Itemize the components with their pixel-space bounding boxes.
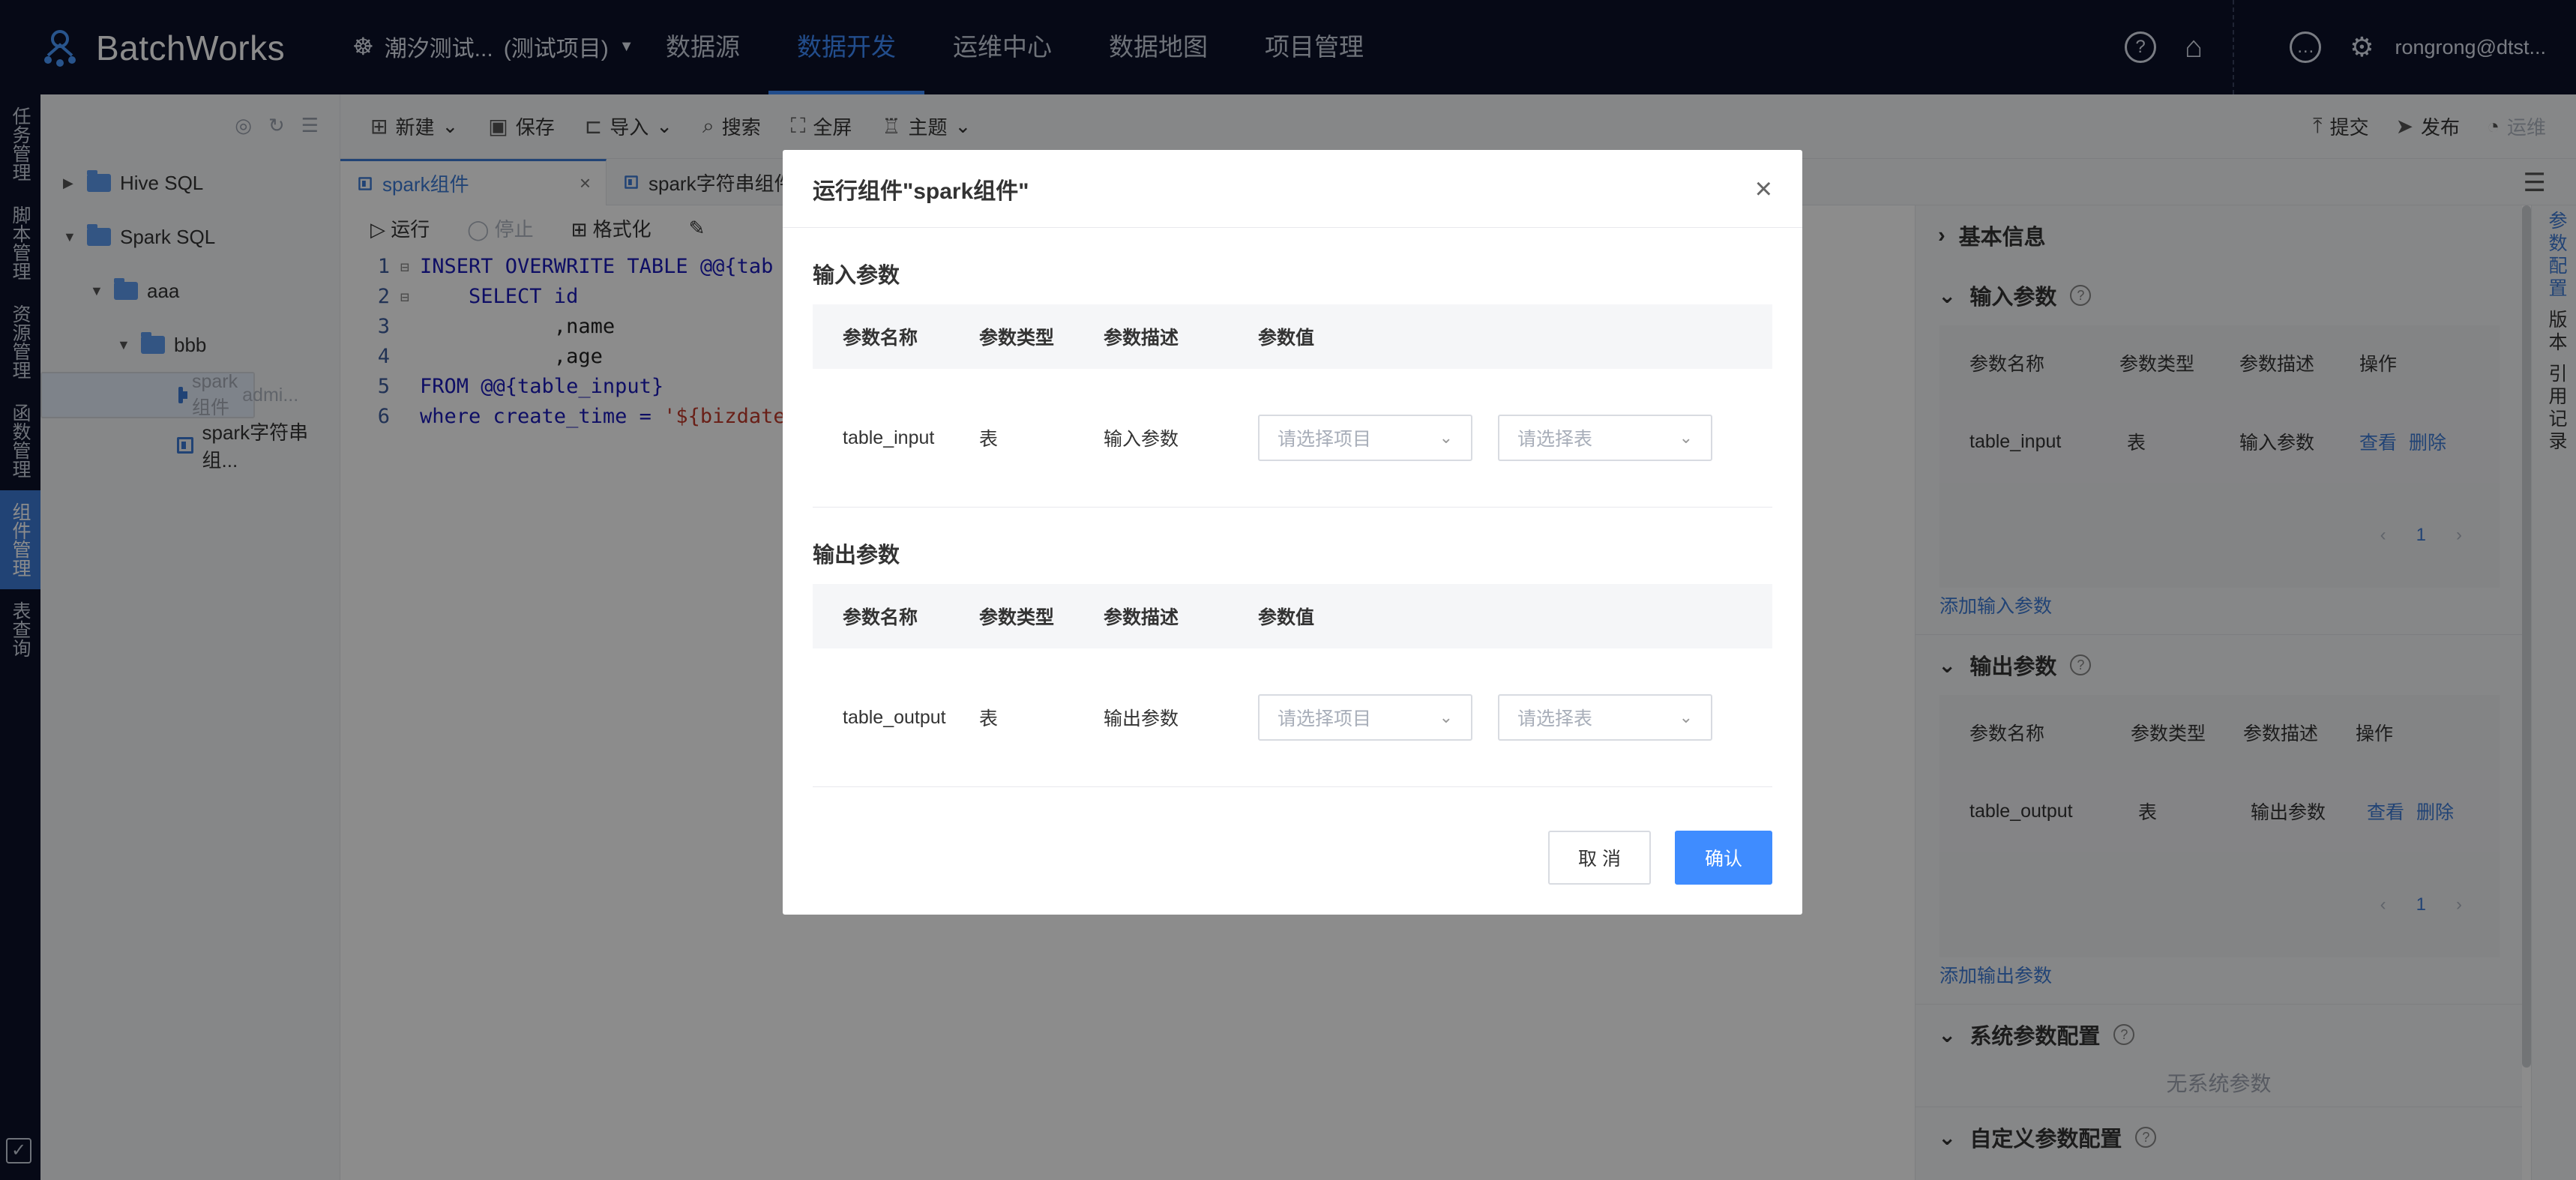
input-section-title: 输入参数 bbox=[813, 264, 900, 288]
modal-footer: 取 消 确认 bbox=[1548, 831, 1772, 885]
table-select[interactable]: 请选择表 ⌄ bbox=[1498, 415, 1712, 461]
param-value: 请选择项目 ⌄ 请选择表 ⌄ bbox=[1258, 415, 1772, 461]
select-placeholder: 请选择表 bbox=[1517, 708, 1593, 729]
select-placeholder: 请选择项目 bbox=[1278, 429, 1372, 450]
confirm-button[interactable]: 确认 bbox=[1674, 831, 1772, 885]
modal-title: 运行组件"spark组件" bbox=[783, 150, 1802, 228]
param-name: table_input bbox=[843, 427, 935, 448]
col-name: 参数名称 bbox=[843, 328, 918, 349]
col-desc: 参数描述 bbox=[1104, 328, 1179, 349]
chevron-down-icon: ⌄ bbox=[1439, 428, 1453, 447]
modal-output-table: 参数名称 参数类型 参数描述 参数值 table_output 表 输出参数 请… bbox=[813, 584, 1772, 787]
col-value: 参数值 bbox=[1258, 607, 1315, 628]
col-desc: 参数描述 bbox=[1104, 607, 1179, 628]
table-row: table_input 表 输入参数 请选择项目 ⌄ 请选择表 ⌄ bbox=[813, 369, 1772, 507]
project-select[interactable]: 请选择项目 ⌄ bbox=[1258, 415, 1472, 461]
param-type: 表 bbox=[979, 708, 999, 729]
param-type: 表 bbox=[979, 429, 999, 450]
table-select[interactable]: 请选择表 ⌄ bbox=[1498, 694, 1712, 741]
param-desc: 输入参数 bbox=[1104, 429, 1179, 450]
table-header: 参数名称 参数类型 参数描述 参数值 bbox=[813, 304, 1772, 369]
param-name: table_output bbox=[843, 706, 946, 728]
table-header: 参数名称 参数类型 参数描述 参数值 bbox=[813, 584, 1772, 648]
chevron-down-icon: ⌄ bbox=[1439, 708, 1453, 726]
run-component-modal: 运行组件"spark组件" × 输入参数 参数名称 参数类型 参数描述 参数值 … bbox=[783, 150, 1802, 915]
select-placeholder: 请选择表 bbox=[1517, 429, 1593, 450]
output-section-title: 输出参数 bbox=[813, 544, 900, 568]
modal-input-table: 参数名称 参数类型 参数描述 参数值 table_input 表 输入参数 请选… bbox=[813, 304, 1772, 508]
col-type: 参数类型 bbox=[979, 328, 1055, 349]
project-select[interactable]: 请选择项目 ⌄ bbox=[1258, 694, 1472, 741]
close-icon[interactable]: × bbox=[1755, 172, 1772, 206]
col-name: 参数名称 bbox=[843, 607, 918, 628]
chevron-down-icon: ⌄ bbox=[1679, 428, 1693, 447]
table-row: table_output 表 输出参数 请选择项目 ⌄ 请选择表 ⌄ bbox=[813, 648, 1772, 786]
chevron-down-icon: ⌄ bbox=[1679, 708, 1693, 726]
param-desc: 输出参数 bbox=[1104, 708, 1179, 729]
param-value: 请选择项目 ⌄ 请选择表 ⌄ bbox=[1258, 694, 1772, 741]
col-type: 参数类型 bbox=[979, 607, 1055, 628]
cancel-button[interactable]: 取 消 bbox=[1548, 831, 1651, 885]
select-placeholder: 请选择项目 bbox=[1278, 708, 1372, 729]
col-value: 参数值 bbox=[1258, 328, 1315, 349]
